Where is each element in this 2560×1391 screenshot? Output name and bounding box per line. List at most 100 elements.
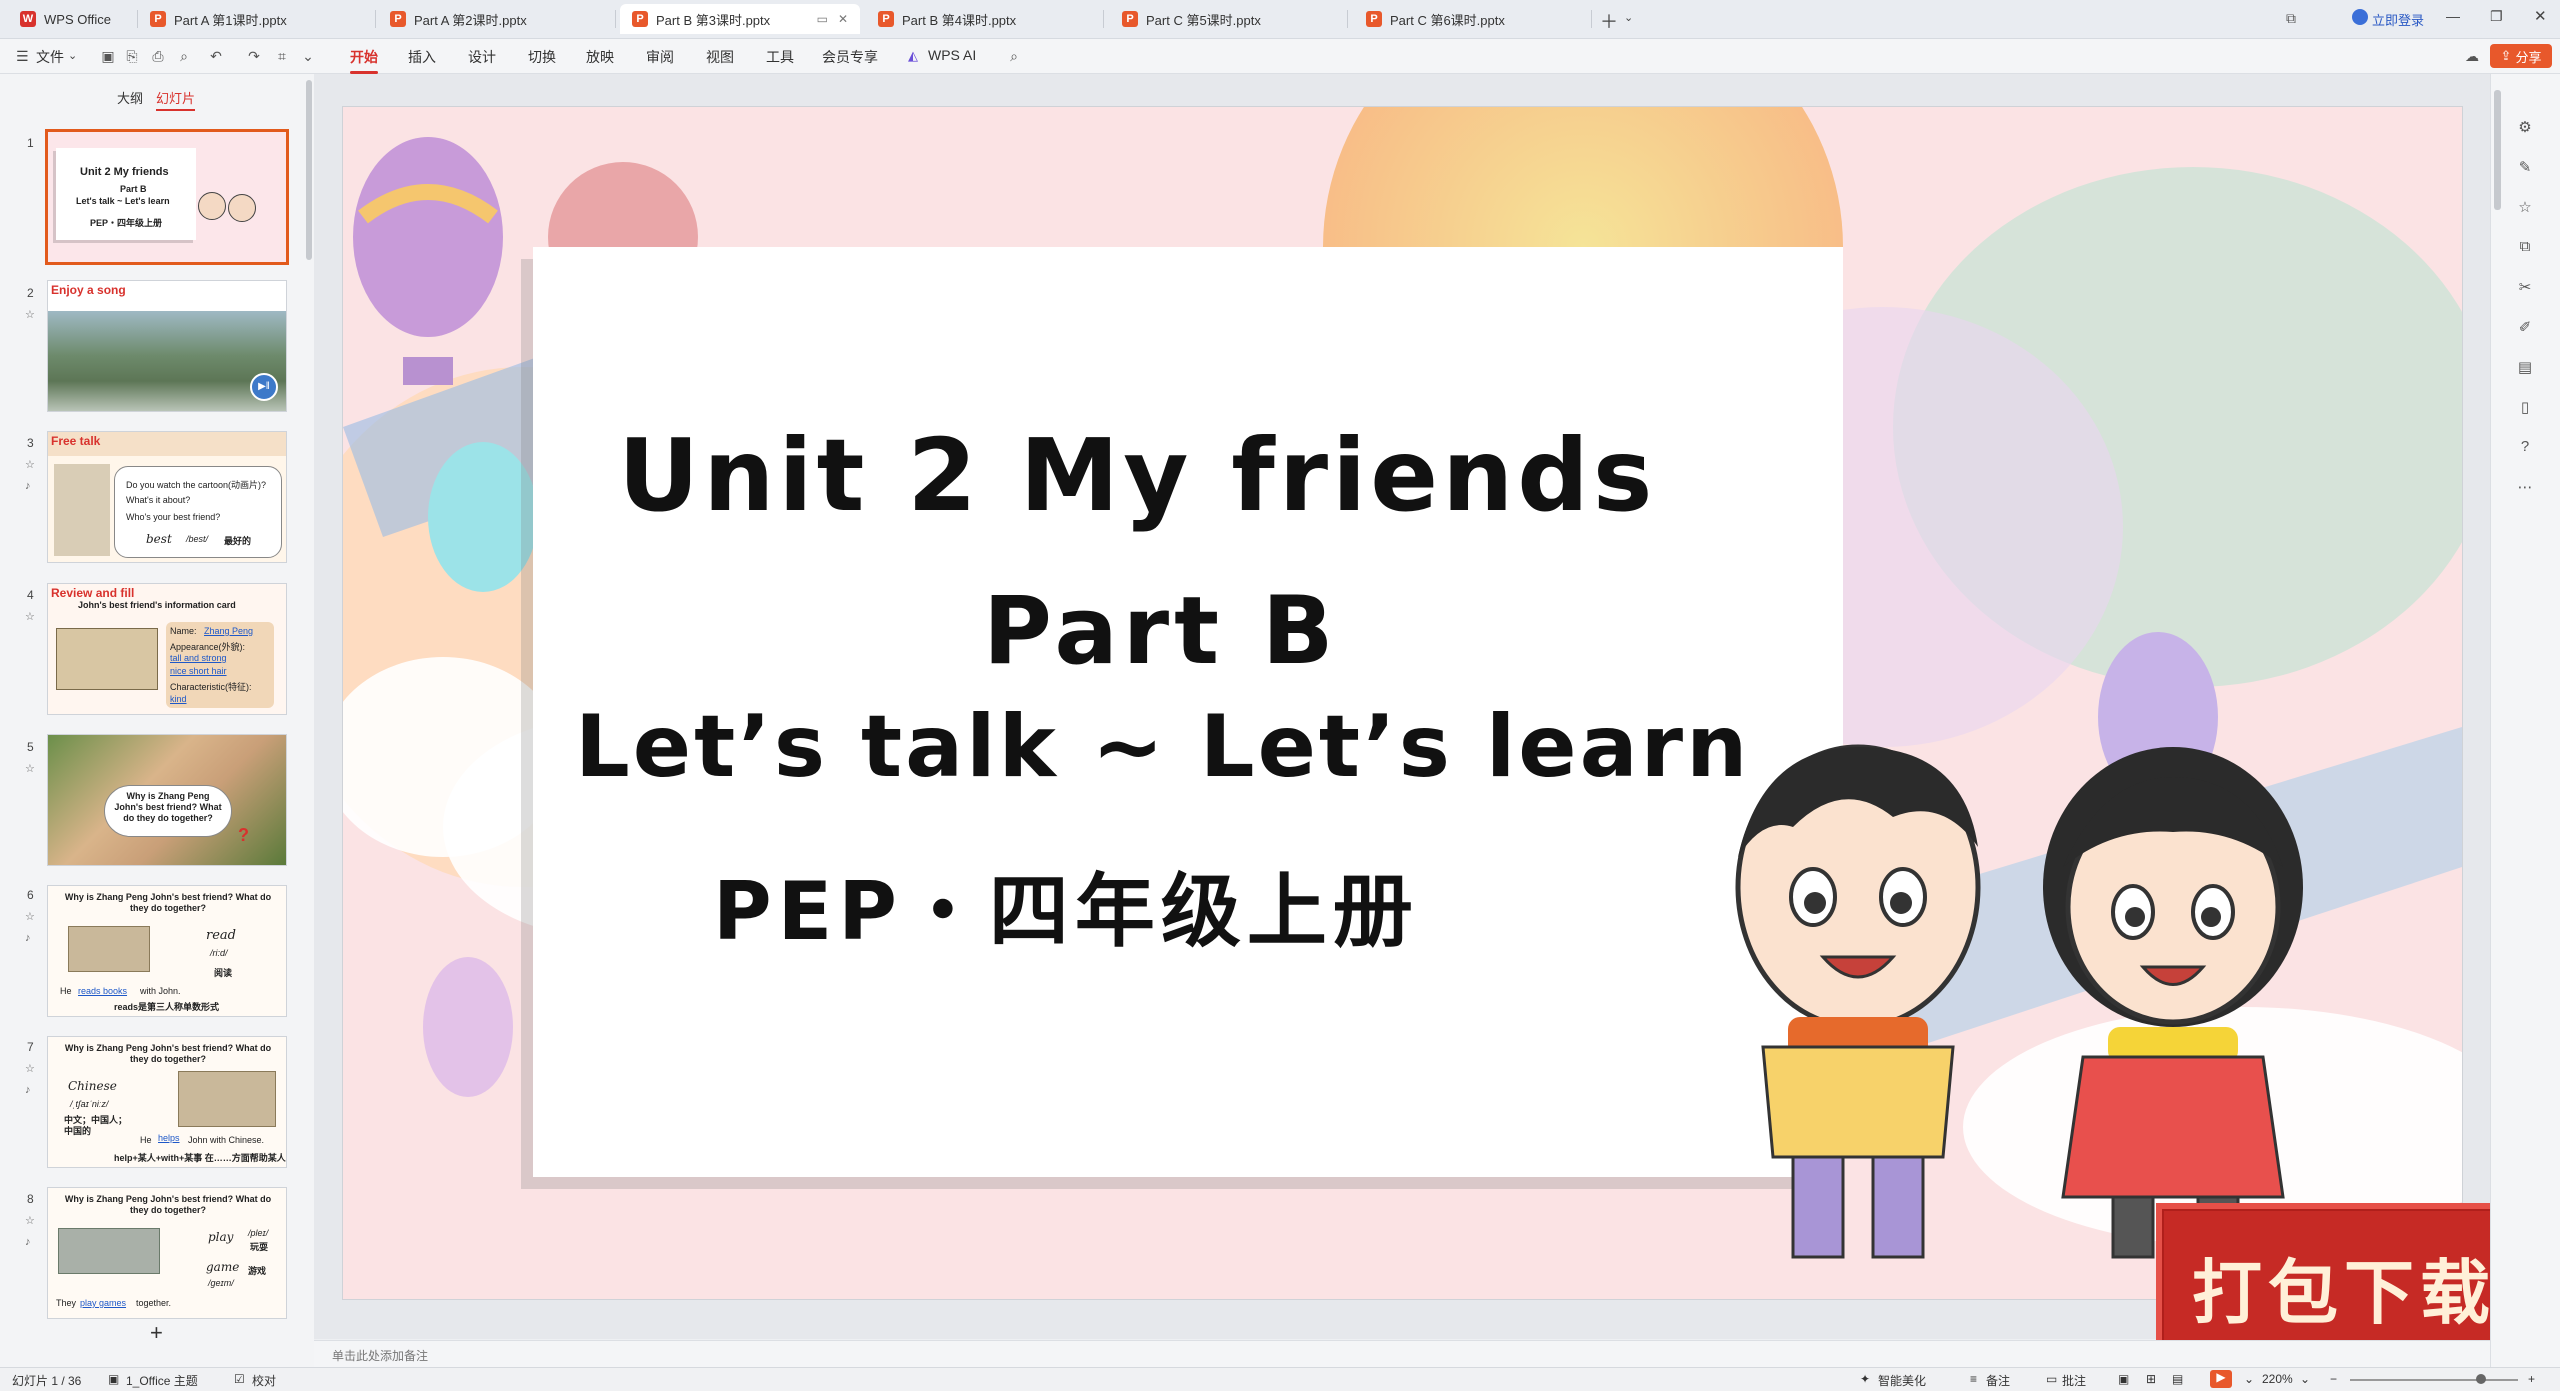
remarks-button[interactable]: 备注 [1986, 1372, 2010, 1389]
thumb-q3: Who's your best friend? [126, 512, 221, 522]
hamburger-icon[interactable]: ☰ [16, 48, 29, 65]
thumb-ipa-2: /ɡeɪm/ [208, 1278, 234, 1288]
tools-icon[interactable]: ✂ [2515, 278, 2535, 298]
tab-part-a-1[interactable]: P Part A 第1课时.pptx [138, 4, 376, 34]
beautify-button[interactable]: 智能美化 [1878, 1372, 1926, 1389]
add-slide-button[interactable]: + [150, 1320, 163, 1346]
undo-icon[interactable]: ↶ [208, 48, 224, 64]
slide-thumb-6[interactable]: Why is Zhang Peng John's best friend? Wh… [47, 885, 287, 1017]
animation-icon[interactable]: ✎ [2515, 158, 2535, 178]
menu-design[interactable]: 设计 [468, 47, 496, 67]
audio-icon: ♪ [25, 1236, 31, 1248]
slide-part[interactable]: Part B [983, 577, 1338, 686]
help-icon[interactable]: ? [2515, 438, 2535, 458]
book-icon[interactable]: ▯ [2515, 398, 2535, 418]
export-icon[interactable]: ⎘ [124, 48, 140, 64]
chevron-down-icon[interactable]: ⌄ [68, 49, 77, 62]
tab-label: Part C 第5课时.pptx [1146, 12, 1261, 28]
slideshow-play-icon[interactable]: ▶ [2210, 1370, 2232, 1388]
slide-thumb-1[interactable]: Unit 2 My friends Part B Let's talk ~ Le… [45, 129, 289, 265]
tab-part-c-6[interactable]: P Part C 第6课时.pptx [1354, 4, 1592, 34]
notes-pane[interactable]: 单击此处添加备注 [314, 1340, 2490, 1368]
edit-icon[interactable]: ✐ [2515, 318, 2535, 338]
thumb-word: read [206, 928, 236, 943]
multiwindow-icon[interactable]: ⧉ [2286, 10, 2296, 27]
search-icon[interactable]: ⌕ [1006, 48, 1022, 64]
menu-tools[interactable]: 工具 [766, 47, 794, 67]
menu-transition[interactable]: 切换 [528, 47, 556, 67]
thumb-question: Why is Zhang Peng John's best friend? Wh… [64, 1194, 272, 1215]
tab-slides[interactable]: 幻灯片 [156, 88, 196, 111]
restore-icon[interactable]: ❐ [2490, 8, 2503, 25]
proof-button[interactable]: 校对 [252, 1372, 276, 1389]
comments-button[interactable]: 批注 [2062, 1372, 2086, 1389]
menu-home[interactable]: 开始 [350, 47, 378, 74]
zoom-in-icon[interactable]: + [2528, 1372, 2535, 1386]
tab-part-a-2[interactable]: P Part A 第2课时.pptx [378, 4, 616, 34]
slide-pep[interactable]: PEP・四年级上册 [713, 847, 1419, 963]
tab-part-b-4[interactable]: P Part B 第4课时.pptx [866, 4, 1104, 34]
zoom-slider[interactable] [2350, 1379, 2518, 1381]
monitor-icon[interactable]: ▭ [817, 12, 828, 26]
file-menu[interactable]: 文件 [36, 47, 64, 67]
menu-member[interactable]: 会员专享 [822, 47, 878, 67]
close-window-icon[interactable]: ✕ [2534, 7, 2547, 25]
slide-subtitle[interactable]: Let’s talk ~ Let’s learn [575, 697, 1750, 797]
chevron-down-icon[interactable]: ⌄ [2244, 1372, 2254, 1386]
zoom-level[interactable]: 220% [2262, 1372, 2293, 1386]
copy-icon[interactable]: ⧉ [2515, 238, 2535, 258]
slide-title[interactable]: Unit 2 My friends [618, 417, 1656, 534]
reading-view-icon[interactable]: ▤ [2172, 1372, 2183, 1386]
slide-number: 7 [27, 1040, 34, 1054]
tab-part-c-5[interactable]: P Part C 第5课时.pptx [1110, 4, 1348, 34]
thumbnail-scrollbar[interactable] [306, 80, 312, 260]
chevron-down-icon[interactable]: ⌄ [1624, 11, 1633, 24]
slide-thumb-4[interactable]: Review and fill John's best friend's inf… [47, 583, 287, 715]
star-icon[interactable]: ☆ [2515, 198, 2535, 218]
close-icon[interactable]: ✕ [838, 12, 848, 26]
canvas-scrollbar[interactable] [2494, 90, 2501, 210]
normal-view-icon[interactable]: ▣ [2118, 1372, 2129, 1386]
slide-thumb-2[interactable]: Enjoy a song ▶‖ [47, 280, 287, 412]
menu-review[interactable]: 审阅 [646, 47, 674, 67]
avatar[interactable] [2352, 9, 2368, 25]
thumb-sent-c: together. [136, 1298, 172, 1308]
print-icon[interactable]: ⎙ [150, 48, 166, 64]
menu-wps-ai[interactable]: WPS AI [928, 47, 976, 63]
slide-thumb-3[interactable]: Free talk Do you watch the cartoon(动画片)?… [47, 431, 287, 563]
slide-thumb-7[interactable]: Why is Zhang Peng John's best friend? Wh… [47, 1036, 287, 1168]
tab-part-b-3[interactable]: P Part B 第3课时.pptx ▭ ✕ [620, 4, 860, 34]
print-preview-icon[interactable]: ⌕ [176, 48, 192, 64]
zoom-out-icon[interactable]: − [2330, 1372, 2337, 1386]
share-button[interactable]: ⇪ 分享 [2490, 44, 2552, 68]
theme-name[interactable]: 1_Office 主题 [126, 1372, 198, 1389]
zoom-slider-handle[interactable] [2476, 1374, 2486, 1384]
chevron-down-icon[interactable]: ⌄ [300, 48, 316, 64]
slide-1[interactable]: Unit 2 My friends Part B Let’s talk ~ Le… [343, 107, 2462, 1299]
menu-insert[interactable]: 插入 [408, 47, 436, 67]
settings-sliders-icon[interactable]: ⚙ [2515, 118, 2535, 138]
login-link[interactable]: 立即登录 [2372, 10, 2424, 29]
new-tab-plus-icon[interactable]: ＋ [1600, 8, 1618, 34]
minimize-icon[interactable]: — [2446, 8, 2460, 24]
layout-icon[interactable]: ▤ [2515, 358, 2535, 378]
format-painter-icon[interactable]: ⌗ [274, 48, 290, 64]
audio-icon: ♪ [25, 1084, 31, 1096]
tab-wps-home[interactable]: W WPS Office [8, 4, 138, 34]
menu-view[interactable]: 视图 [706, 47, 734, 67]
menu-slideshow[interactable]: 放映 [586, 47, 614, 67]
more-icon[interactable]: ⋯ [2515, 478, 2535, 498]
thumb-word: Chinese [68, 1079, 117, 1093]
save-icon[interactable]: ▣ [100, 48, 116, 64]
slide-thumb-8[interactable]: Why is Zhang Peng John's best friend? Wh… [47, 1187, 287, 1319]
redo-icon[interactable]: ↷ [246, 48, 262, 64]
cloud-sync-icon[interactable]: ☁ [2464, 48, 2480, 64]
tab-outline[interactable]: 大纲 [117, 88, 143, 107]
thumb-ipa: /ri:d/ [210, 948, 228, 958]
thumb-label: Review and fill [51, 586, 135, 600]
chevron-down-icon[interactable]: ⌄ [2300, 1372, 2310, 1386]
slide-thumb-5[interactable]: Why is Zhang Peng John's best friend? Wh… [47, 734, 287, 866]
slide-sorter-icon[interactable]: ⊞ [2146, 1372, 2156, 1386]
thumb-sent-a: They [56, 1298, 77, 1308]
title-tab-bar: W WPS Office P Part A 第1课时.pptx P Part A… [0, 0, 2560, 39]
